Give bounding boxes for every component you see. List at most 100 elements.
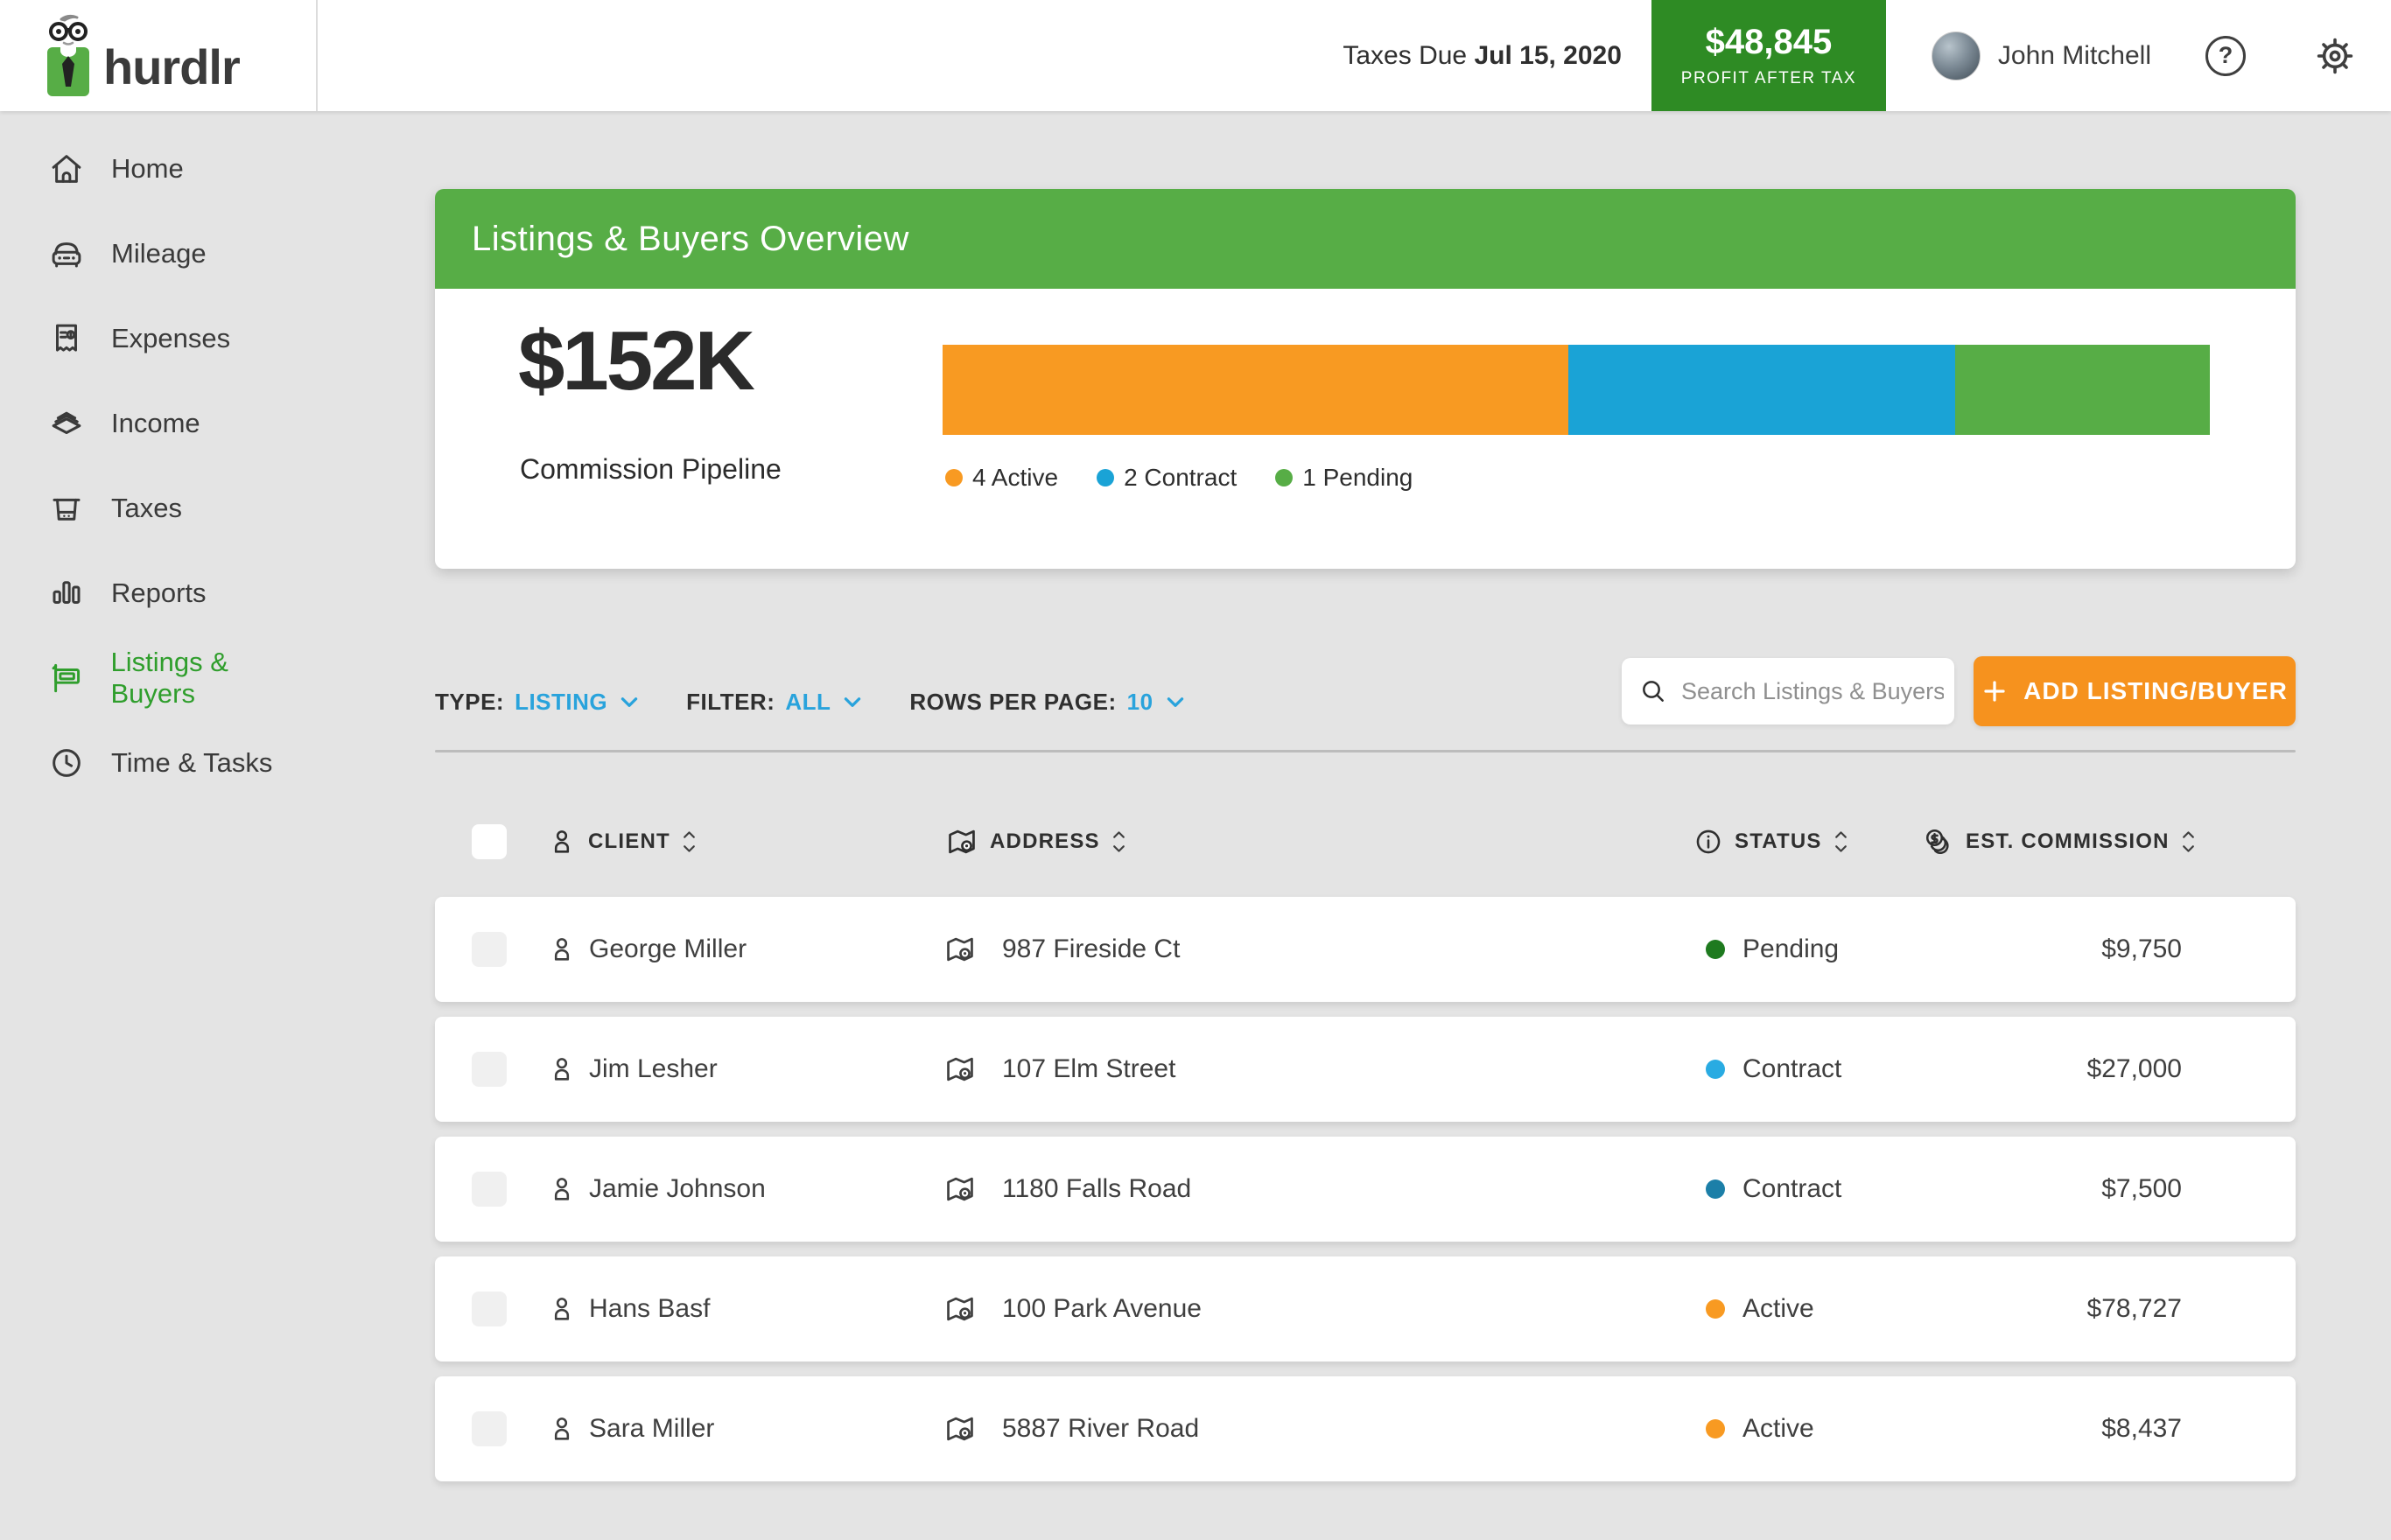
- status-label: Active: [1742, 1294, 1814, 1324]
- profit-after-tax-widget[interactable]: $48,845 PROFIT AFTER TAX: [1651, 0, 1886, 111]
- sale-sign-icon: [48, 660, 84, 696]
- status-label: Active: [1742, 1414, 1814, 1444]
- sidebar-item-time-tasks[interactable]: Time & Tasks: [0, 720, 318, 805]
- logo-wordmark: hurdlr: [103, 38, 240, 95]
- address: 5887 River Road: [1002, 1414, 1199, 1444]
- search-input[interactable]: [1679, 677, 1946, 706]
- chevron-down-icon: [618, 690, 641, 713]
- sidebar-item-reports[interactable]: Reports: [0, 550, 318, 635]
- overview-title: Listings & Buyers Overview: [472, 220, 909, 259]
- map-pin-icon: [943, 1172, 977, 1206]
- est-commission: $78,727: [2087, 1294, 2182, 1324]
- legend-dot-pending: [1275, 469, 1293, 486]
- table-row[interactable]: Sara Miller 5887 River Road Active $8,43…: [435, 1376, 2296, 1481]
- map-pin-icon: [943, 1412, 977, 1446]
- listings-table: George Miller 987 Fireside Ct Pending $9…: [435, 897, 2296, 1496]
- add-listing-buyer-button[interactable]: ADD LISTING/BUYER: [1974, 656, 2296, 726]
- taxes-due-date: Jul 15, 2020: [1474, 41, 1621, 70]
- row-checkbox[interactable]: [472, 932, 507, 967]
- person-icon: [547, 934, 577, 964]
- toolbar-divider: [435, 750, 2296, 752]
- person-icon: [547, 1294, 577, 1324]
- filter-dropdown[interactable]: FILTER: ALL: [686, 689, 864, 716]
- person-icon: [547, 1174, 577, 1204]
- sidebar-item-expenses[interactable]: Expenses: [0, 296, 318, 381]
- profit-amount: $48,845: [1706, 23, 1833, 62]
- help-icon[interactable]: ?: [2205, 36, 2246, 76]
- row-checkbox[interactable]: [472, 1292, 507, 1326]
- row-checkbox[interactable]: [472, 1052, 507, 1087]
- status-dot: [1706, 1060, 1725, 1079]
- table-row[interactable]: Jim Lesher 107 Elm Street Contract $27,0…: [435, 1017, 2296, 1122]
- hurdlr-mascot-icon: [42, 12, 95, 100]
- address: 107 Elm Street: [1002, 1054, 1175, 1084]
- info-icon: [1693, 827, 1723, 857]
- sidebar-item-income[interactable]: Income: [0, 381, 318, 466]
- clock-icon: [48, 745, 85, 781]
- chevron-down-icon: [841, 690, 864, 713]
- chevron-down-icon: [1164, 690, 1187, 713]
- est-commission: $27,000: [2087, 1054, 2182, 1084]
- avatar[interactable]: [1932, 32, 1981, 80]
- search-box: [1622, 658, 1954, 724]
- address: 987 Fireside Ct: [1002, 934, 1180, 964]
- client-name: Jim Lesher: [589, 1054, 718, 1084]
- commission-pipeline-bar[interactable]: [943, 345, 2210, 435]
- bar-segment-contract[interactable]: [1568, 345, 1955, 435]
- top-hat-icon: [48, 490, 85, 527]
- client-name: George Miller: [589, 934, 747, 964]
- table-row[interactable]: George Miller 987 Fireside Ct Pending $9…: [435, 897, 2296, 1002]
- map-pin-icon: [945, 825, 978, 858]
- person-icon: [547, 1414, 577, 1444]
- table-row[interactable]: Hans Basf 100 Park Avenue Active $78,727: [435, 1256, 2296, 1362]
- status-label: Contract: [1742, 1054, 1841, 1084]
- sidebar-item-taxes[interactable]: Taxes: [0, 466, 318, 550]
- rows-per-page-dropdown[interactable]: ROWS PER PAGE: 10: [909, 689, 1186, 716]
- legend-dot-active: [945, 469, 963, 486]
- user-name: John Mitchell: [1998, 41, 2151, 71]
- column-header-status[interactable]: STATUS: [1693, 827, 1848, 857]
- column-header-address[interactable]: ADDRESS: [945, 825, 1126, 858]
- sidebar: Home Mileage Expenses Income: [0, 111, 318, 805]
- column-header-client[interactable]: CLIENT: [547, 827, 697, 857]
- table-row[interactable]: Jamie Johnson 1180 Falls Road Contract $…: [435, 1137, 2296, 1242]
- type-dropdown[interactable]: TYPE: LISTING: [435, 689, 641, 716]
- car-icon: [48, 235, 85, 272]
- est-commission: $8,437: [2101, 1414, 2182, 1444]
- select-all-checkbox[interactable]: [472, 824, 507, 859]
- client-name: Sara Miller: [589, 1414, 714, 1444]
- sidebar-item-mileage[interactable]: Mileage: [0, 211, 318, 296]
- sidebar-item-listings-buyers[interactable]: Listings & Buyers: [0, 635, 318, 720]
- sidebar-item-label: Home: [111, 153, 184, 185]
- home-icon: [48, 150, 85, 187]
- status-label: Contract: [1742, 1174, 1841, 1204]
- client-name: Hans Basf: [589, 1294, 710, 1324]
- column-header-est-commission[interactable]: EST. COMMISSION: [1923, 826, 2196, 858]
- sidebar-item-label: Listings & Buyers: [110, 647, 318, 710]
- legend-item-pending: 1 Pending: [1275, 464, 1413, 492]
- status-dot: [1706, 1419, 1725, 1438]
- logo[interactable]: hurdlr: [0, 0, 318, 111]
- sort-icon: [682, 829, 697, 855]
- legend-dot-contract: [1097, 469, 1114, 486]
- top-bar: hurdlr Taxes Due Jul 15, 2020 $48,845 PR…: [0, 0, 2391, 111]
- bar-segment-pending[interactable]: [1955, 345, 2210, 435]
- bar-segment-active[interactable]: [943, 345, 1568, 435]
- person-icon: [547, 827, 577, 857]
- taxes-due-text: Taxes Due Jul 15, 2020: [1343, 41, 1622, 71]
- row-checkbox[interactable]: [472, 1172, 507, 1207]
- sidebar-item-home[interactable]: Home: [0, 126, 318, 211]
- gear-icon[interactable]: [2314, 35, 2356, 77]
- bar-chart-icon: [48, 575, 85, 612]
- person-icon: [547, 1054, 577, 1084]
- pipeline-legend: 4 Active 2 Contract 1 Pending: [945, 464, 1413, 492]
- row-checkbox[interactable]: [472, 1411, 507, 1446]
- coins-icon: [1923, 826, 1954, 858]
- list-toolbar: TYPE: LISTING FILTER: ALL ROWS PER PAGE:…: [435, 654, 2296, 728]
- address: 100 Park Avenue: [1002, 1294, 1202, 1324]
- profit-label: PROFIT AFTER TAX: [1681, 69, 1856, 88]
- status-dot: [1706, 1299, 1725, 1319]
- sidebar-item-label: Mileage: [111, 238, 207, 270]
- est-commission: $9,750: [2101, 934, 2182, 964]
- legend-item-active: 4 Active: [945, 464, 1058, 492]
